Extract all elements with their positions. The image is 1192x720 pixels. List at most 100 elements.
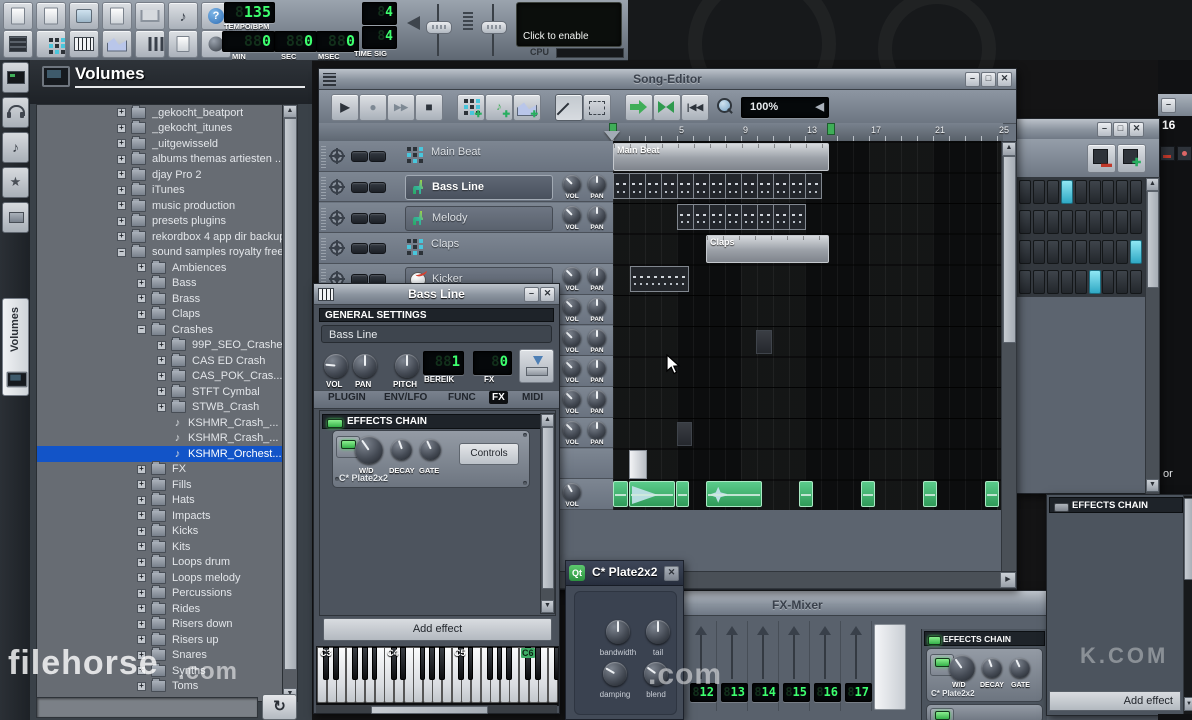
fader-groove[interactable]	[855, 635, 857, 679]
timesig-top-display[interactable]: 84	[362, 2, 397, 25]
sample-segment[interactable]	[706, 480, 762, 507]
expand-icon[interactable]: +	[117, 232, 126, 242]
track-grip[interactable]	[321, 236, 326, 261]
track-grip[interactable]	[321, 205, 326, 230]
export-project-button[interactable]	[102, 2, 132, 30]
collapse-icon[interactable]: −	[137, 325, 146, 335]
tempo-display[interactable]: 8135	[224, 2, 275, 23]
pitch-knob[interactable]	[395, 354, 419, 378]
fx-channel-display[interactable]: 80	[473, 351, 512, 375]
fader-groove[interactable]	[700, 635, 702, 679]
tree-item[interactable]: + Rides	[37, 600, 283, 617]
blend-knob[interactable]	[644, 662, 668, 686]
song-editor-content[interactable]: Main Beat Claps	[613, 141, 1001, 510]
step-cell[interactable]	[1074, 270, 1087, 294]
tree-item[interactable]: + CAS_POK_Cras...	[37, 368, 283, 385]
step-cell[interactable]	[1102, 180, 1115, 204]
tree-item[interactable]: + _gekocht_itunes	[37, 120, 283, 137]
expand-icon[interactable]: +	[117, 154, 126, 164]
expand-icon[interactable]: +	[117, 201, 126, 211]
step-cell[interactable]	[1130, 210, 1143, 234]
tab-midi[interactable]: MIDI	[519, 391, 546, 404]
tree-scrollbar[interactable]: ▲ ▼	[282, 104, 298, 702]
track-gear-icon[interactable]	[330, 240, 344, 257]
open-project-button[interactable]	[36, 2, 66, 30]
channel-number-display[interactable]: 817	[845, 683, 872, 702]
sample-segment[interactable]	[861, 480, 875, 507]
expand-icon[interactable]: +	[137, 495, 146, 505]
effect-slot[interactable]: W/D DECAY GATE Controls C* Plate2x2	[332, 430, 530, 488]
black-key[interactable]	[361, 647, 368, 680]
effect-enable-tab[interactable]	[930, 708, 954, 720]
pattern-segment[interactable]	[693, 173, 710, 200]
track-pan-knob[interactable]	[588, 328, 606, 347]
sidebar-item-presets[interactable]: ♪	[2, 132, 29, 163]
toggle-song-editor-button[interactable]	[3, 30, 33, 58]
browser-search-input[interactable]	[36, 697, 258, 718]
sample-segment[interactable]	[613, 480, 628, 507]
pattern-segment[interactable]	[629, 173, 646, 200]
expand-icon[interactable]: +	[157, 402, 166, 412]
pattern-segment[interactable]	[789, 204, 806, 230]
black-key[interactable]	[496, 647, 503, 680]
step-cell[interactable]	[1102, 210, 1115, 234]
step-cell[interactable]	[1102, 270, 1115, 294]
expand-icon[interactable]: +	[117, 185, 126, 195]
kicker-pattern[interactable]	[630, 265, 689, 292]
track-name-plate[interactable]: Bass Line	[405, 174, 553, 200]
tree-item[interactable]: + FX	[37, 461, 283, 478]
fader-groove[interactable]	[824, 635, 826, 679]
tree-item[interactable]: + Bass	[37, 275, 283, 292]
tab-plugin[interactable]: PLUGIN	[325, 391, 369, 404]
save-project-button[interactable]	[69, 2, 99, 30]
black-key[interactable]	[419, 647, 426, 680]
pattern-segment[interactable]	[741, 204, 758, 230]
step-cell[interactable]	[1130, 180, 1143, 204]
track-row[interactable]: Main Beat	[319, 141, 613, 172]
gate-knob[interactable]	[1010, 658, 1030, 678]
step-cell[interactable]	[1088, 270, 1101, 294]
pattern-segment[interactable]	[773, 173, 790, 200]
pattern-segment[interactable]	[725, 173, 742, 200]
step-cell[interactable]	[1116, 180, 1129, 204]
track-vol-knob[interactable]	[563, 359, 581, 378]
pattern-segment[interactable]	[677, 204, 694, 230]
instrument-name-input[interactable]: Bass Line	[321, 325, 552, 343]
step-cell[interactable]	[1130, 240, 1143, 264]
piano-keyboard[interactable]: C3 C4 C5 C6	[316, 646, 559, 706]
toggle-bb-editor-button[interactable]	[36, 30, 66, 58]
bb-step-row[interactable]	[1017, 207, 1145, 238]
step-cell[interactable]	[1088, 210, 1101, 234]
sidebar-item-instruments[interactable]	[2, 62, 29, 93]
track-vol-knob[interactable]	[563, 328, 581, 347]
tree-item[interactable]: + djay Pro 2	[37, 166, 283, 183]
sample-segment[interactable]	[923, 480, 937, 507]
tree-item[interactable]: + _uitgewisseld	[37, 135, 283, 152]
song-editor-titlebar[interactable]: Song-Editor – □ ✕	[319, 69, 1016, 90]
minimize-button[interactable]: –	[1097, 122, 1112, 137]
sample-segment[interactable]	[985, 480, 999, 507]
solo-button[interactable]	[369, 151, 386, 162]
tree-item[interactable]: + Risers up	[37, 631, 283, 648]
pattern-segment[interactable]	[741, 173, 758, 200]
track-grip[interactable]	[321, 174, 326, 199]
scroll-up-button[interactable]: ▲	[541, 414, 554, 427]
effect-slot-partial[interactable]	[926, 704, 1043, 720]
new-project-button[interactable]	[3, 2, 33, 30]
expand-icon[interactable]: +	[117, 216, 126, 226]
chain-scrollbar[interactable]: ▲ ▼	[540, 413, 555, 614]
pattern-segment[interactable]	[805, 173, 822, 200]
track-name[interactable]: Bass Line	[432, 181, 484, 193]
add-steps-button[interactable]: ✚	[1117, 144, 1146, 173]
track-vol-knob[interactable]	[563, 483, 581, 502]
close-button[interactable]: ✕	[1129, 122, 1144, 137]
expand-icon[interactable]: +	[137, 619, 146, 629]
scroll-thumb[interactable]	[1184, 498, 1192, 580]
tree-item[interactable]: + Snares	[37, 647, 283, 664]
track-name[interactable]: Main Beat	[431, 146, 481, 158]
mixer-channel-strip[interactable]: 813	[718, 621, 748, 711]
tree-item[interactable]: + CAS ED Crash	[37, 352, 283, 369]
play-button[interactable]: ▶	[331, 94, 359, 121]
step-cell[interactable]	[1046, 270, 1059, 294]
import-button[interactable]	[135, 2, 165, 30]
